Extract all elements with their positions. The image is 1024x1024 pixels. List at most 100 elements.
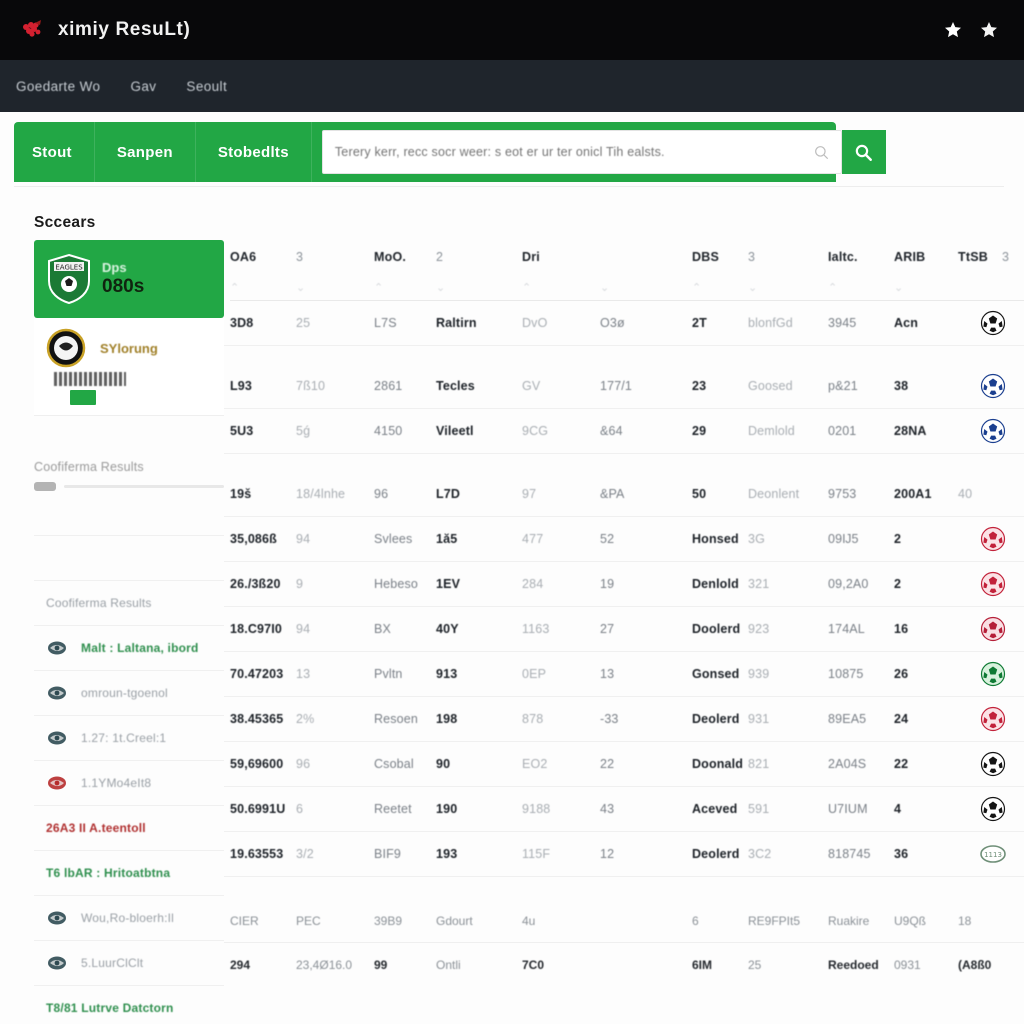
row-label[interactable] xyxy=(34,536,224,581)
table-cell: 174AL xyxy=(828,622,865,636)
soccer-ball-icon[interactable] xyxy=(958,310,1024,336)
table-sort-row: ⌃ ⌄ ⌃ ⌄ ⌃ ⌄ ⌃ ⌄ ⌃ ⌄ xyxy=(224,274,1024,300)
nav-link-2[interactable]: Gav xyxy=(130,79,156,94)
search-input[interactable] xyxy=(334,131,814,173)
table-row[interactable]: 19.63553 3/2 BIF9 193 115F 12 Deolerd 3C2 818745… xyxy=(224,832,1024,877)
column-header-8[interactable]: 3 xyxy=(748,250,828,264)
team-card-secondary[interactable]: SYlorung xyxy=(34,318,224,416)
table-cell: 94 xyxy=(296,622,311,636)
soccer-ball-icon[interactable] xyxy=(958,616,1024,642)
row-label-text: T8/81 Lutrve Datctorn xyxy=(46,1001,174,1015)
row-label-text: T6 lbAR : Hritoatbtna xyxy=(46,866,171,880)
row-label[interactable]: 1.27: 1t.Creel:1 xyxy=(34,716,224,761)
tab-stout[interactable]: Stout xyxy=(14,122,95,182)
star-icon[interactable] xyxy=(944,21,962,39)
tab-stobedlts[interactable]: Stobedlts xyxy=(196,122,312,182)
table-row[interactable]: L93 7ß10 2861 Tecles GV 177/1 23 Goosed p&21 38 xyxy=(224,364,1024,409)
table-row[interactable]: 38.45365 2% Resoen 198 878 -33 Deolerd 931 89EA5… xyxy=(224,697,1024,742)
search-button[interactable] xyxy=(841,130,886,174)
table-cell: 25 xyxy=(296,316,311,330)
table-cell: Vileetl xyxy=(436,424,474,438)
soccer-ball-icon[interactable] xyxy=(958,373,1024,399)
column-header-11[interactable]: TtSB xyxy=(958,250,1002,264)
row-label[interactable]: T8/81 Lutrve Datctorn xyxy=(34,986,224,1024)
row-label[interactable]: 26A3 II A.teentoll xyxy=(34,806,224,851)
rail-row-label-list: Coofiferma Results Malt : Laltana, ibord o… xyxy=(34,491,224,1024)
column-header-1[interactable]: OA6 xyxy=(230,250,296,264)
sort-arrow-icon[interactable]: ⌄ xyxy=(600,281,692,294)
table-cell: GV xyxy=(522,379,541,393)
row-label[interactable] xyxy=(34,491,224,536)
row-label[interactable]: 5.LuurClClt xyxy=(34,941,224,986)
column-header-9[interactable]: Ialtc. xyxy=(828,250,894,264)
table-row[interactable]: 19š 18/4lnhe 96 L7D 97 &PA 50 Deonlent 9753 200A1… xyxy=(224,472,1024,517)
soccer-ball-icon[interactable] xyxy=(958,526,1024,552)
row-label[interactable]: 1.1YMo4eIt8 xyxy=(34,761,224,806)
column-header-5[interactable]: Dri xyxy=(522,250,600,264)
row-label[interactable]: Coofiferma Results xyxy=(34,581,224,626)
sort-arrow-icon[interactable]: ⌃ xyxy=(522,281,600,294)
sort-arrow-icon[interactable]: ⌄ xyxy=(748,281,828,294)
footer-cell: Ontli xyxy=(436,958,461,972)
column-header-7[interactable]: DBS xyxy=(692,250,748,264)
table-cell: &PA xyxy=(600,487,625,501)
team-logo-icon xyxy=(46,909,72,927)
row-label[interactable]: Wou,Ro-bloerh:Il xyxy=(34,896,224,941)
search-box[interactable] xyxy=(321,130,842,174)
sort-arrow-icon[interactable]: ⌄ xyxy=(296,281,374,294)
sort-arrow-icon[interactable]: ⌃ xyxy=(374,281,436,294)
soccer-ball-icon[interactable] xyxy=(1002,481,1024,507)
raspberry-logo-icon xyxy=(20,19,46,41)
column-header-12[interactable]: 3 xyxy=(1002,250,1024,264)
table-row[interactable]: 3D8 25 L7S Raltirn DvO O3ø 2T blonfGd 3945 Acn xyxy=(224,301,1024,346)
team-card-primary[interactable]: EAGLES Dps 080s xyxy=(34,240,224,318)
nav-link-1[interactable]: Goedarte Wo xyxy=(16,79,100,94)
soccer-ball-icon[interactable] xyxy=(958,661,1024,687)
soccer-ball-icon[interactable]: 1113 xyxy=(958,841,1024,867)
table-cell: 2T xyxy=(692,316,707,330)
table-cell: 3/2 xyxy=(296,847,314,861)
table-row[interactable]: 70.47203 13 Pvltn 913 0EP 13 Gonsed 939 10875 26 xyxy=(224,652,1024,697)
table-cell: Deolerd xyxy=(692,712,740,726)
soccer-ball-icon[interactable] xyxy=(958,418,1024,444)
table-row[interactable]: 50.6991U 6 Reetet 190 9188 43 Aceved 591 U7IUM 4 xyxy=(224,787,1024,832)
sort-arrow-icon[interactable]: ⌃ xyxy=(828,281,894,294)
table-cell: -33 xyxy=(600,712,619,726)
nav-link-3[interactable]: Seoult xyxy=(186,79,227,94)
table-row[interactable]: 59,69600 96 Csobal 90 EO2 22 Doonald 821 2A04S 22 xyxy=(224,742,1024,787)
soccer-ball-icon[interactable] xyxy=(958,571,1024,597)
row-label[interactable]: Malt : Laltana, ibord xyxy=(34,626,224,671)
column-header-10[interactable]: ARIB xyxy=(894,250,958,264)
brand[interactable]: ximiy ResuLt) xyxy=(20,19,190,41)
table-row[interactable]: 35,086ß 94 Svlees 1ă5 477 52 Honsed 3G 09Ĳ5 2 xyxy=(224,517,1024,562)
table-cell: 1163 xyxy=(522,622,550,636)
row-label[interactable]: T6 lbAR : Hritoatbtna xyxy=(34,851,224,896)
shield-crest-icon: EAGLES xyxy=(46,253,92,305)
soccer-ball-icon[interactable] xyxy=(958,706,1024,732)
table-cell: 2% xyxy=(296,712,315,726)
column-header-3[interactable]: MoO. xyxy=(374,250,436,264)
tab-sanpen[interactable]: Sanpen xyxy=(95,122,196,182)
table-cell: EO2 xyxy=(522,757,548,771)
table-row[interactable]: 18.C97I0 94 BX 40Y 1163 27 Doolerd 923 174AL 16 xyxy=(224,607,1024,652)
table-cell: 28NA xyxy=(894,424,927,438)
soccer-ball-icon[interactable] xyxy=(958,796,1024,822)
sort-arrow-icon[interactable]: ⌃ xyxy=(692,281,748,294)
sort-arrow-icon[interactable]: ⌄ xyxy=(894,281,958,294)
footer-cell: Reedoed xyxy=(828,958,879,972)
soccer-ball-icon[interactable] xyxy=(958,751,1024,777)
rail-note: Coofiferma Results xyxy=(34,460,144,474)
row-label[interactable]: omroun-tgoenol xyxy=(34,671,224,716)
team-logo-red-icon xyxy=(46,774,72,792)
svg-text:1113: 1113 xyxy=(984,851,1002,859)
table-row[interactable]: 26./3ß20 9 Hebeso 1EV 284 19 Denlold 321 09,2A0 2 xyxy=(224,562,1024,607)
team-card-secondary-label: SYlorung xyxy=(100,340,158,356)
table-row[interactable]: 5U3 5ǵ 4150 Vileetl 9CG &64 29 Demlold 0201 28NA xyxy=(224,409,1024,454)
table-cell: Demlold xyxy=(748,424,795,438)
star-icon[interactable] xyxy=(980,21,998,39)
sort-arrow-icon[interactable]: ⌃ xyxy=(230,281,296,294)
column-header-2[interactable]: 3 xyxy=(296,250,374,264)
table-cell: 9CG xyxy=(522,424,549,438)
column-header-4[interactable]: 2 xyxy=(436,250,522,264)
sort-arrow-icon[interactable]: ⌄ xyxy=(436,281,522,294)
